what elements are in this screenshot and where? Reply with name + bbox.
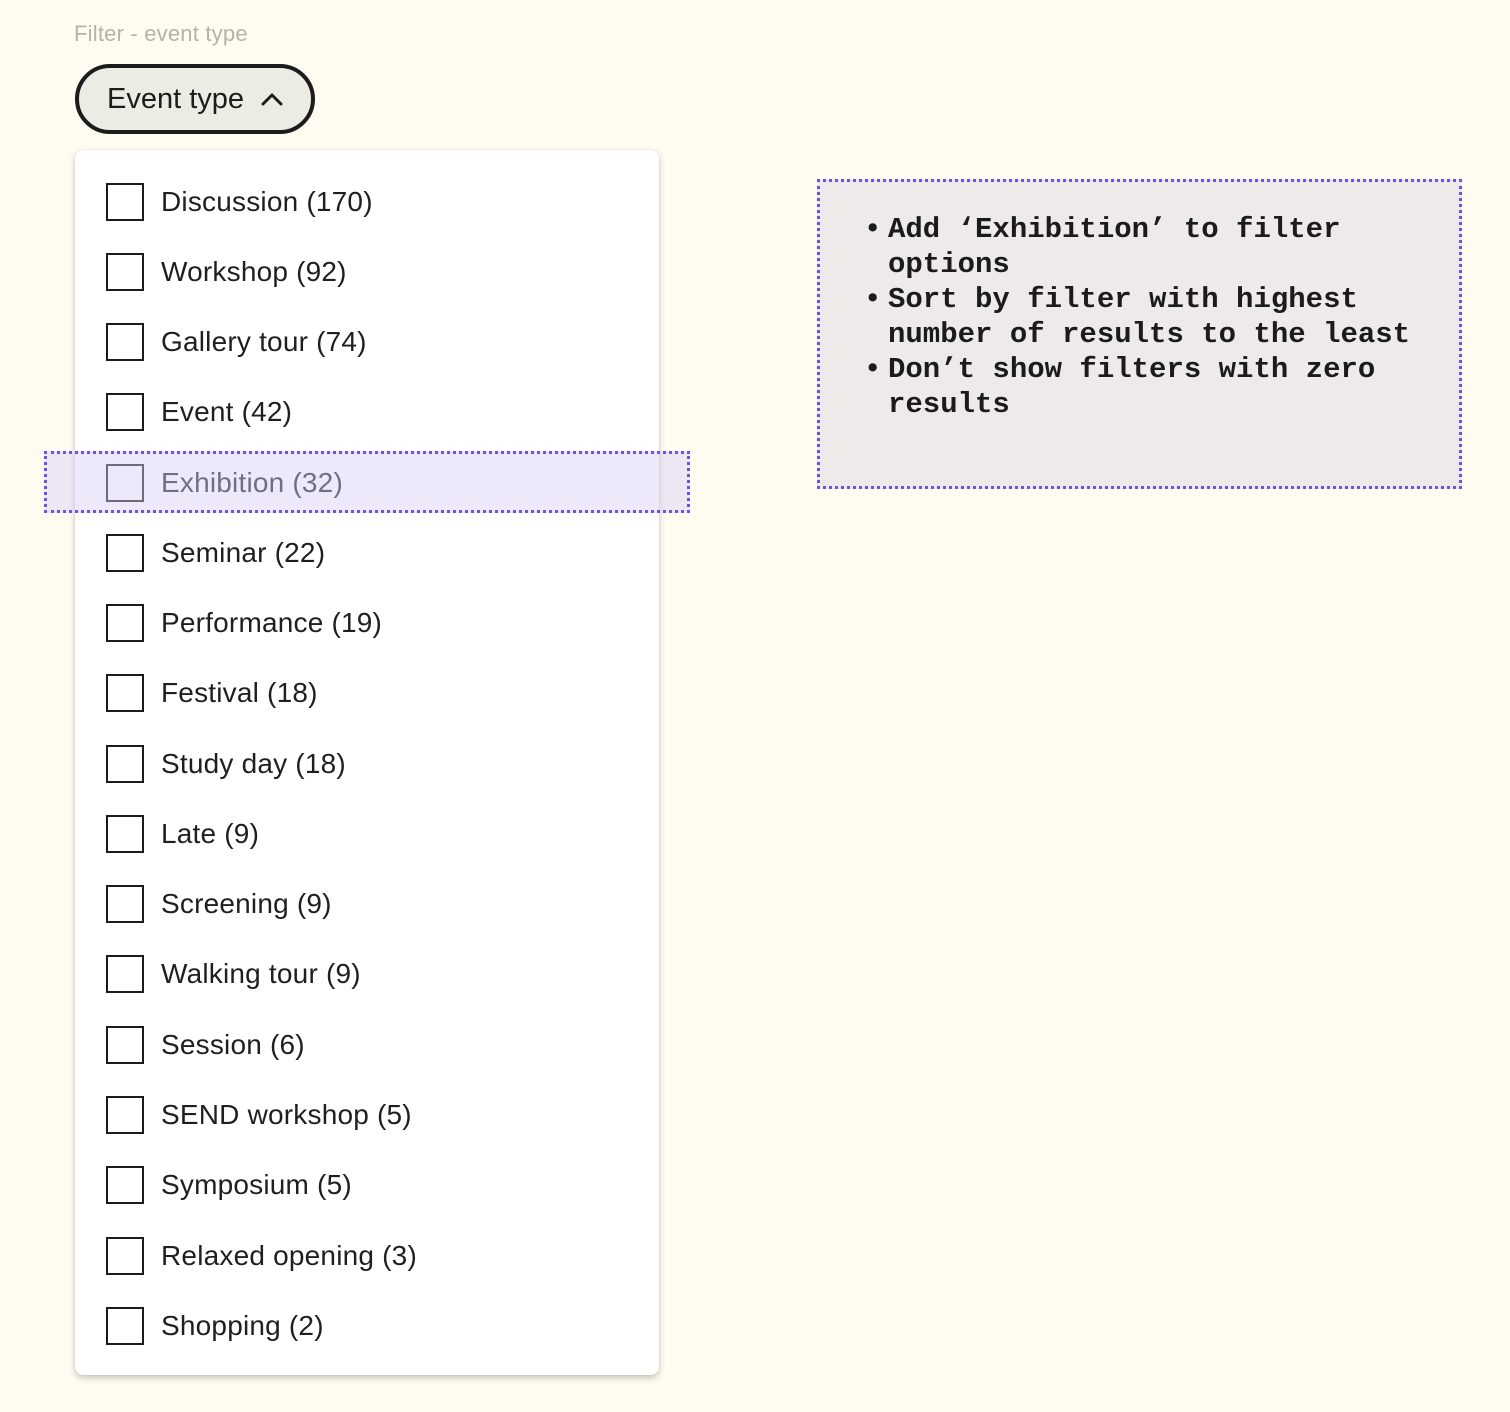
checkbox[interactable] [106, 745, 144, 783]
filter-option[interactable]: Study day (18) [75, 729, 659, 799]
annotation-note-text: Don’t show filters with zero results [888, 353, 1376, 421]
filter-option[interactable]: Symposium (5) [75, 1150, 659, 1220]
filter-option-label: Study day (18) [161, 748, 346, 779]
filter-option-exhibition[interactable]: Exhibition (32) [75, 448, 659, 518]
annotation-note-text: Sort by filter with highest number of re… [888, 283, 1411, 351]
filter-option-label: Festival (18) [161, 677, 318, 708]
filter-option[interactable]: Late (9) [75, 799, 659, 869]
filter-option-label: Exhibition (32) [161, 467, 343, 498]
filter-option[interactable]: Discussion (170) [75, 167, 659, 237]
filter-option-label: Event (42) [161, 396, 293, 427]
bullet-icon: • [864, 353, 882, 386]
checkbox[interactable] [106, 393, 144, 431]
checkbox[interactable] [106, 1237, 144, 1275]
filter-option[interactable]: SEND workshop (5) [75, 1080, 659, 1150]
filter-option[interactable]: Screening (9) [75, 869, 659, 939]
checkbox[interactable] [106, 534, 144, 572]
filter-option-label: Seminar (22) [161, 537, 326, 568]
checkbox[interactable] [106, 1166, 144, 1204]
filter-option-label: Relaxed opening (3) [161, 1240, 417, 1271]
checkbox[interactable] [106, 1026, 144, 1064]
annotation-note-list: • Add ‘Exhibition’ to filter options • Sor… [860, 212, 1439, 422]
checkbox[interactable] [106, 815, 144, 853]
filter-option[interactable]: Festival (18) [75, 658, 659, 728]
filter-option[interactable]: Session (6) [75, 1010, 659, 1080]
annotation-note-text: Add ‘Exhibition’ to filter options [888, 213, 1341, 281]
filter-option-label: Discussion (170) [161, 186, 373, 217]
filter-option[interactable]: Seminar (22) [75, 518, 659, 588]
checkbox[interactable] [106, 885, 144, 923]
filter-option-label: Session (6) [161, 1029, 305, 1060]
annotation-note-item: • Sort by filter with highest number of r… [860, 282, 1439, 352]
filter-option[interactable]: Gallery tour (74) [75, 307, 659, 377]
annotation-note-item: • Add ‘Exhibition’ to filter options [860, 212, 1439, 282]
filter-option-label: Symposium (5) [161, 1169, 352, 1200]
checkbox[interactable] [106, 955, 144, 993]
filter-option[interactable]: Performance (19) [75, 588, 659, 658]
frame-label: Filter - event type [74, 21, 248, 46]
checkbox[interactable] [106, 674, 144, 712]
filter-option[interactable]: Workshop (92) [75, 237, 659, 307]
event-type-filter-label: Event type [107, 82, 245, 115]
annotation-note: • Add ‘Exhibition’ to filter options • Sor… [817, 179, 1462, 489]
checkbox[interactable] [106, 253, 144, 291]
filter-option[interactable]: Walking tour (9) [75, 939, 659, 1009]
checkbox[interactable] [106, 464, 144, 502]
filter-option-label: Performance (19) [161, 607, 383, 638]
event-type-dropdown-panel: Discussion (170) Workshop (92) Gallery t… [75, 150, 659, 1375]
filter-option[interactable]: Shopping (2) [75, 1291, 659, 1361]
bullet-icon: • [864, 283, 882, 316]
event-type-filter-button[interactable]: Event type [75, 64, 315, 134]
annotation-note-item: • Don’t show filters with zero results [860, 352, 1439, 422]
filter-option-label: Screening (9) [161, 888, 332, 919]
checkbox[interactable] [106, 323, 144, 361]
checkbox[interactable] [106, 1307, 144, 1345]
checkbox[interactable] [106, 1096, 144, 1134]
filter-option[interactable]: Event (42) [75, 377, 659, 447]
checkbox[interactable] [106, 604, 144, 642]
chevron-up-icon [260, 89, 284, 109]
filter-option-label: Shopping (2) [161, 1310, 324, 1341]
filter-option-label: Gallery tour (74) [161, 326, 367, 357]
filter-option-label: SEND workshop (5) [161, 1099, 412, 1130]
bullet-icon: • [864, 213, 882, 246]
filter-option-label: Late (9) [161, 818, 260, 849]
filter-option-label: Walking tour (9) [161, 958, 361, 989]
checkbox[interactable] [106, 183, 144, 221]
filter-option-label: Workshop (92) [161, 256, 347, 287]
filter-option[interactable]: Relaxed opening (3) [75, 1221, 659, 1291]
